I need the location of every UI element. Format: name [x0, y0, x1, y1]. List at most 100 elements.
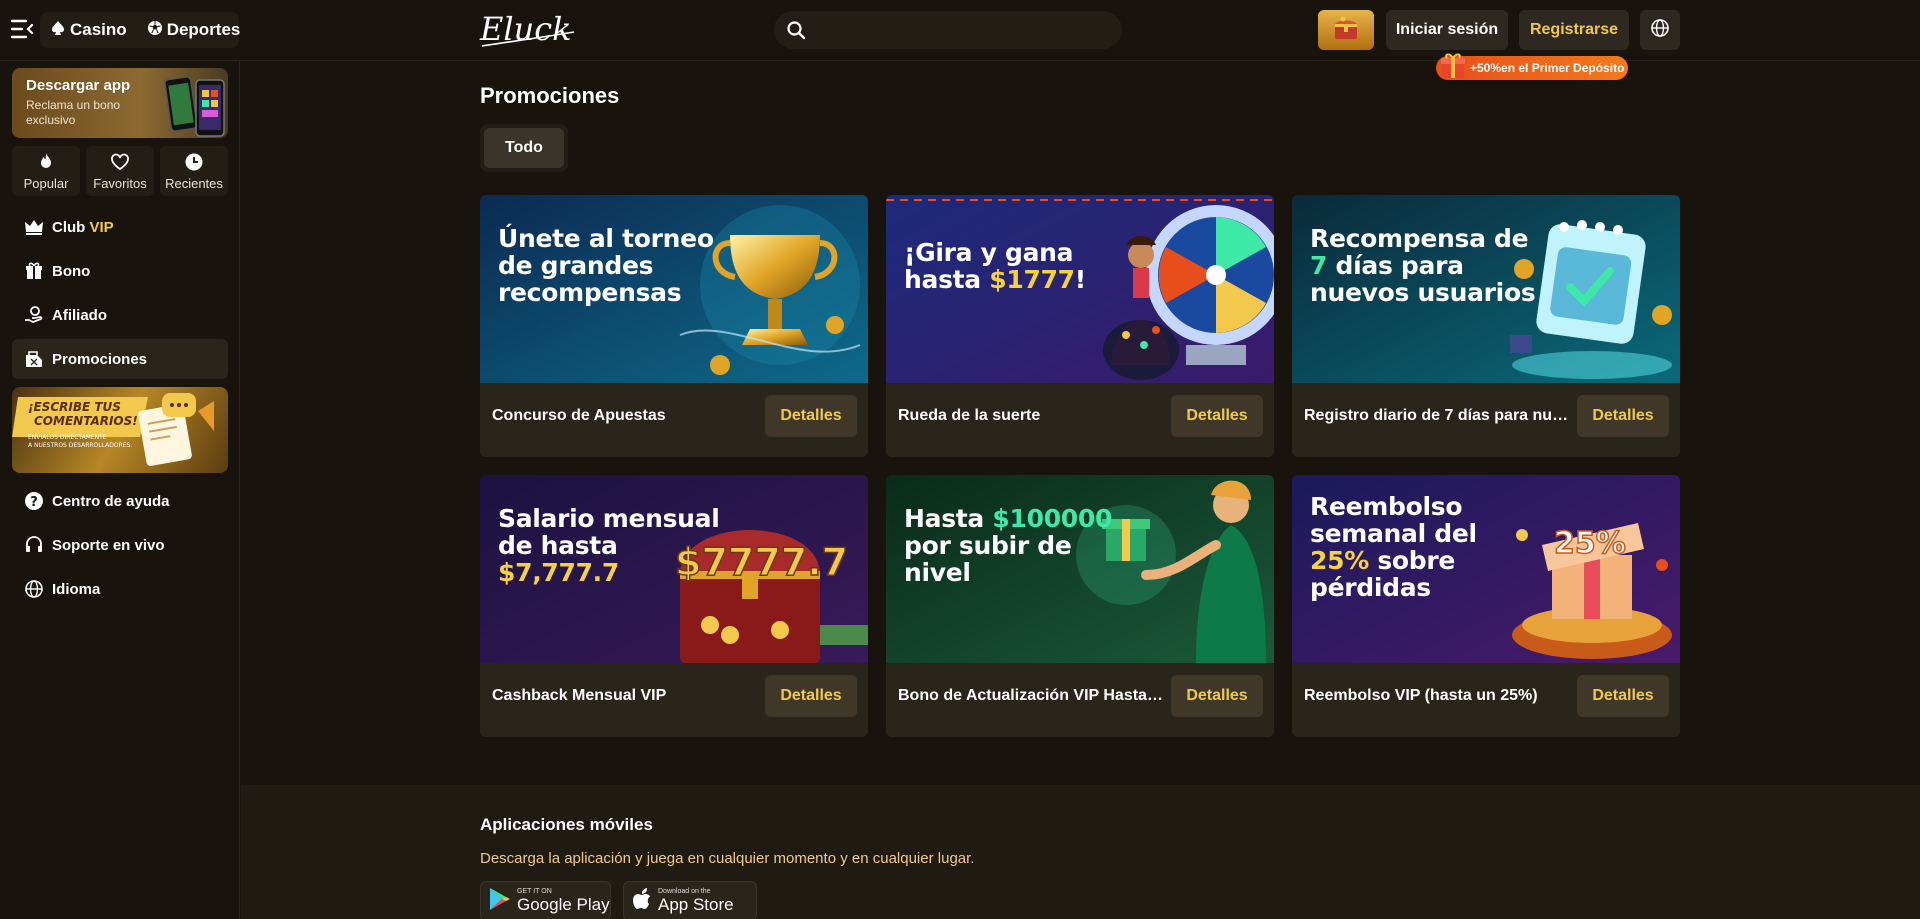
- promo-card-title: Reembolso VIP (hasta un 25%): [1304, 687, 1538, 704]
- promo-card-rueda[interactable]: ¡Gira y gana hasta $1777! Rueda de la su…: [886, 195, 1274, 457]
- headline-line: Únete al torneo: [498, 224, 714, 253]
- product-switch: Casino Deportes: [40, 12, 240, 48]
- promo-card-registro[interactable]: Recompensa de 7 días para nuevos usuario…: [1292, 195, 1680, 457]
- app-store-button[interactable]: Download on the App Store: [623, 881, 757, 919]
- promo-card-reembolso[interactable]: 25% Reembolso semanal del 25% sobre pérd…: [1292, 475, 1680, 737]
- globe-icon: [1650, 18, 1670, 43]
- headline-line: de grandes: [498, 251, 654, 280]
- app-store-label: App Store: [658, 895, 734, 914]
- quick-recientes[interactable]: Recientes: [160, 146, 228, 196]
- sidebar-item-label: Promociones: [52, 350, 148, 368]
- promo-card-vip-upgrade[interactable]: Hasta $100000 por subir de nivel Bono de…: [886, 475, 1274, 737]
- promo-headline: Reembolso semanal del 25% sobre pérdidas: [1310, 493, 1550, 601]
- quick-favoritos[interactable]: Favoritos: [86, 146, 154, 196]
- headline-line: Hasta $100000: [904, 505, 1144, 532]
- treasure-chest-icon: [1331, 13, 1361, 48]
- quick-popular[interactable]: Popular: [12, 146, 80, 196]
- feedback-sub-2: A NUESTROS DESARROLLADORES.: [28, 442, 132, 449]
- promo-card-title: Registro diario de 7 días para nuevos us…: [1304, 407, 1572, 424]
- svg-text:?: ?: [30, 495, 38, 510]
- footer-mobile-apps: Aplicaciones móviles Descarga la aplicac…: [241, 785, 1920, 919]
- feedback-banner[interactable]: ¡ESCRIBE TUS COMENTARIOS! ENVÍALOS DIREC…: [12, 387, 228, 473]
- top-header: Casino Deportes Eluck Iniciar sesión Reg…: [0, 0, 1920, 61]
- details-button[interactable]: Detalles: [765, 395, 857, 437]
- headline-line: por subir de: [904, 531, 1072, 560]
- feedback-title-1: ¡ESCRIBE TUS: [28, 400, 121, 414]
- promo-card-cashback[interactable]: $7777.7 Salario mensual de hasta $7,777.…: [480, 475, 868, 737]
- promo-headline: Recompensa de 7 días para nuevos usuario…: [1310, 225, 1550, 306]
- apple-icon: [632, 887, 652, 916]
- headline-line: 25% sobre: [1310, 547, 1550, 574]
- headline-line: ¡Gira y gana: [904, 238, 1074, 267]
- details-button[interactable]: Detalles: [1171, 675, 1263, 717]
- club-label: Club: [52, 218, 86, 236]
- sidebar-item-centro-de-ayuda[interactable]: ? Centro de ayuda: [12, 481, 228, 521]
- headline-line: Recompensa de: [1310, 224, 1529, 253]
- download-app-banner[interactable]: Descargar app Reclama un bono exclusivo: [12, 68, 228, 138]
- headline-highlight: $1777: [989, 265, 1075, 294]
- google-play-button[interactable]: GET IT ON Google Play: [480, 881, 611, 919]
- sidebar-item-soporte-en-vivo[interactable]: Soporte en vivo: [12, 525, 228, 565]
- details-button[interactable]: Detalles: [1577, 675, 1669, 717]
- promo-filter-tabs: Todo: [480, 124, 568, 172]
- google-play-label: Google Play: [517, 895, 610, 914]
- sidebar-item-promociones[interactable]: Promociones: [12, 339, 228, 379]
- quick-favoritos-label: Favoritos: [93, 176, 147, 191]
- headline-line: semanal del: [1310, 519, 1477, 548]
- headline-text: Hasta: [904, 504, 993, 533]
- gift-icon: [1439, 50, 1467, 80]
- headset-icon: [24, 535, 44, 555]
- clock-icon: [184, 152, 204, 172]
- headline-highlight: $7,777.7: [498, 558, 619, 587]
- register-button[interactable]: Registrarse: [1519, 10, 1629, 50]
- promo-headline: Hasta $100000 por subir de nivel: [904, 505, 1144, 586]
- globe-icon: [24, 579, 44, 599]
- quick-popular-label: Popular: [23, 176, 69, 191]
- sidebar-item-club-vip[interactable]: Club VIP: [12, 207, 228, 247]
- fire-icon: [36, 152, 56, 172]
- details-button[interactable]: Detalles: [1577, 395, 1669, 437]
- nav-casino[interactable]: Casino: [40, 12, 137, 48]
- promo-card-title: Concurso de Apuestas: [492, 407, 666, 424]
- headline-line: nuevos usuarios: [1310, 278, 1536, 307]
- sidebar: Descargar app Reclama un bono exclusivo …: [0, 61, 240, 919]
- promo-headline: Salario mensual de hasta $7,777.7: [498, 505, 738, 586]
- first-deposit-badge[interactable]: +50%en el Primer Depósito: [1436, 53, 1628, 80]
- headline-highlight: 7: [1310, 251, 1328, 280]
- headline-line: pérdidas: [1310, 573, 1431, 602]
- help-icon: ?: [24, 491, 44, 511]
- treasure-chest-button[interactable]: [1318, 10, 1374, 50]
- headline-line: nivel: [904, 558, 971, 587]
- login-button[interactable]: Iniciar sesión: [1386, 10, 1508, 50]
- sidebar-item-label: Centro de ayuda: [52, 492, 170, 510]
- nav-casino-label: Casino: [70, 20, 127, 39]
- search-icon[interactable]: [786, 20, 806, 40]
- footer-title: Aplicaciones móviles: [480, 815, 653, 834]
- eluck-logo[interactable]: Eluck: [478, 6, 578, 52]
- quick-recientes-label: Recientes: [165, 176, 223, 191]
- nav-deportes[interactable]: Deportes: [137, 12, 251, 48]
- search-input[interactable]: [818, 11, 1108, 49]
- headline-line: Reembolso: [1310, 492, 1463, 521]
- footer-subtitle: Descarga la aplicación y juega en cualqu…: [480, 850, 975, 867]
- sidebar-item-afiliado[interactable]: Afiliado: [12, 295, 228, 335]
- sidebar-item-bono[interactable]: Bono: [12, 251, 228, 291]
- details-button[interactable]: Detalles: [1171, 395, 1263, 437]
- promo-card-concurso[interactable]: Únete al torneo de grandes recompensas C…: [480, 195, 868, 457]
- headline-text: sobre: [1368, 546, 1456, 575]
- promo-headline: Únete al torneo de grandes recompensas: [498, 225, 738, 306]
- sidebar-item-idioma[interactable]: Idioma: [12, 569, 228, 609]
- spade-icon: [50, 20, 66, 41]
- promo-card-title: Bono de Actualización VIP Hasta $100000: [898, 687, 1166, 704]
- language-button[interactable]: [1640, 10, 1680, 50]
- details-button[interactable]: Detalles: [765, 675, 857, 717]
- menu-toggle-icon[interactable]: [10, 18, 34, 40]
- app-banner-title: Descargar app: [26, 77, 131, 94]
- headline-highlight: $100000: [992, 504, 1113, 533]
- art-percent: 25%: [1554, 526, 1626, 561]
- tab-todo[interactable]: Todo: [484, 128, 564, 168]
- vip-label: VIP: [89, 218, 114, 236]
- promo-icon: [24, 349, 44, 369]
- app-banner-subtitle: Reclama un bono exclusivo: [26, 98, 121, 127]
- headline-line: de hasta: [498, 531, 618, 560]
